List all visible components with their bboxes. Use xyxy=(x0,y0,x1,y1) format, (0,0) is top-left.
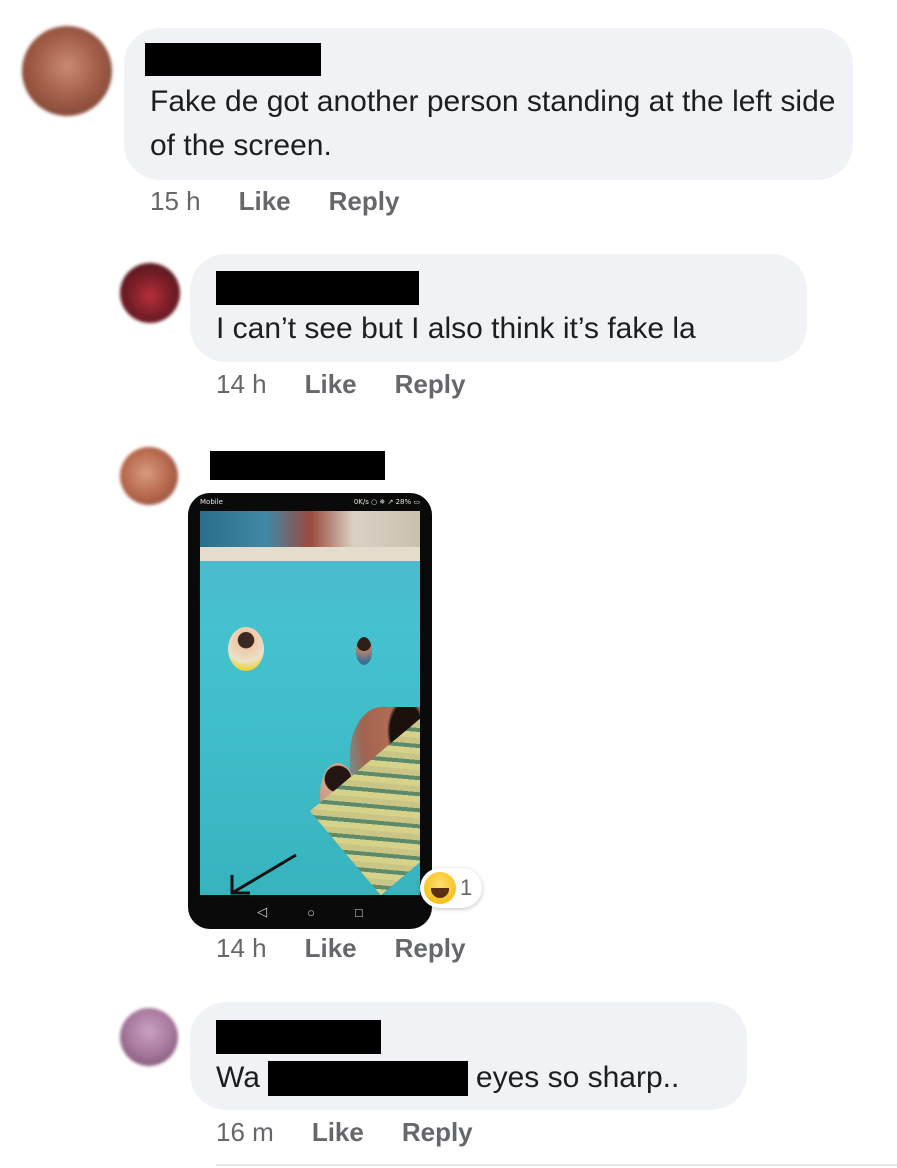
reply-button[interactable]: Reply xyxy=(402,1117,473,1148)
avatar[interactable] xyxy=(120,447,178,505)
comment-timestamp[interactable]: 14 h xyxy=(216,933,267,964)
comment-text: I can’t see but I also think it’s fake l… xyxy=(216,312,696,345)
phone-nav-bar: ◁ ○ □ xyxy=(188,895,432,929)
back-icon: ◁ xyxy=(257,904,268,919)
child-figure xyxy=(356,637,372,665)
reply-button[interactable]: Reply xyxy=(395,369,466,400)
divider xyxy=(216,1164,897,1166)
pool-edge xyxy=(200,547,420,561)
status-icons: 0K/s ○ ✵ ↗ 28% ▭ xyxy=(353,498,420,506)
redacted-author-name xyxy=(216,271,419,305)
avatar[interactable] xyxy=(120,1008,178,1066)
pool-video-frame xyxy=(200,511,420,895)
reply-button[interactable]: Reply xyxy=(329,186,400,217)
like-button[interactable]: Like xyxy=(305,933,357,964)
haha-reaction-icon xyxy=(424,872,456,904)
reaction-count: 1 xyxy=(460,875,473,900)
comment-actions: 14 h Like Reply xyxy=(216,933,503,964)
carrier-label: Mobile xyxy=(200,498,223,506)
redacted-author-name xyxy=(145,43,321,76)
like-button[interactable]: Like xyxy=(312,1117,364,1148)
child-figure xyxy=(228,627,264,671)
redacted-author-name xyxy=(216,1020,381,1054)
redacted-mention xyxy=(267,1060,468,1096)
avatar[interactable] xyxy=(120,263,180,323)
arrow-annotation-icon xyxy=(230,853,297,895)
comment-actions: 16 m Like Reply xyxy=(216,1117,511,1148)
like-button[interactable]: Like xyxy=(305,369,357,400)
comment-text-end: eyes so sharp.. xyxy=(475,1061,680,1094)
redacted-author-name xyxy=(210,451,385,480)
recents-icon: □ xyxy=(355,904,363,920)
home-icon: ○ xyxy=(307,904,315,920)
like-button[interactable]: Like xyxy=(239,186,291,217)
comment-text: Fake de got another person standing at t… xyxy=(150,85,844,162)
reaction-summary[interactable]: 1 xyxy=(420,868,483,908)
comment-text: Wa eyes so sharp.. xyxy=(216,1056,679,1100)
avatar[interactable] xyxy=(22,26,112,116)
phone-status-bar: Mobile 0K/s ○ ✵ ↗ 28% ▭ xyxy=(188,493,432,511)
comment-timestamp[interactable]: 15 h xyxy=(150,186,201,217)
comment-text-start: Wa xyxy=(216,1061,260,1094)
comment-thread: Fake de got another person standing at t… xyxy=(0,0,897,1168)
comment-timestamp[interactable]: 16 m xyxy=(216,1117,274,1148)
reply-button[interactable]: Reply xyxy=(395,933,466,964)
comment-actions: 15 h Like Reply xyxy=(150,186,437,217)
comment-timestamp[interactable]: 14 h xyxy=(216,369,267,400)
comment-image-screenshot[interactable]: Mobile 0K/s ○ ✵ ↗ 28% ▭ ◁ ○ □ xyxy=(188,493,432,929)
comment-actions: 14 h Like Reply xyxy=(216,369,503,400)
